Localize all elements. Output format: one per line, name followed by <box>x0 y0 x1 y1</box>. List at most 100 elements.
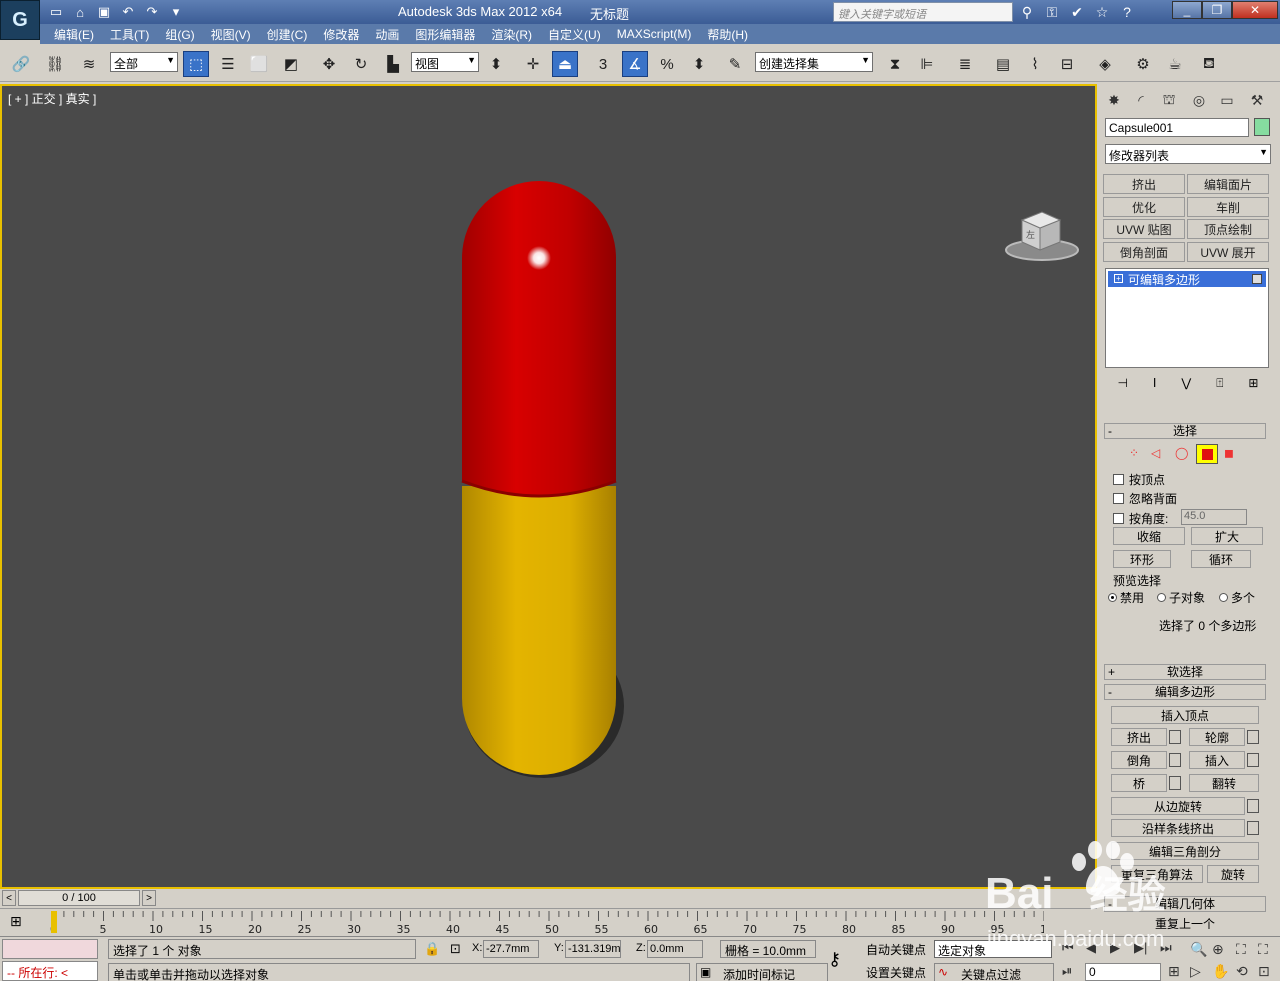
bridge-settings-icon[interactable] <box>1169 776 1181 790</box>
menu-graph-editors[interactable]: 图形编辑器 <box>407 26 483 43</box>
maxscript-listener[interactable] <box>2 939 98 959</box>
ignore-backface-checkbox[interactable]: 忽略背面 <box>1113 490 1177 507</box>
perspective-viewport[interactable]: [ + ] 正交 ] 真实 ] 左 <box>0 84 1099 947</box>
track-bar[interactable]: ⊞ 05101520253035404550556065707580859095… <box>0 908 1097 936</box>
make-unique-icon[interactable]: ⋁ <box>1181 376 1191 396</box>
qa-dropdown-icon[interactable]: ▾ <box>166 2 186 22</box>
capsule-object[interactable] <box>2 86 1099 891</box>
capsule-bottom-half[interactable] <box>462 486 616 775</box>
flip-button[interactable]: 翻转 <box>1189 774 1259 792</box>
current-frame-field[interactable]: 0 <box>1085 963 1161 981</box>
select-object-icon[interactable]: ⬚ <box>183 51 209 77</box>
previous-frame-icon[interactable]: ◀ <box>1086 940 1096 956</box>
mini-curve-editor-icon[interactable]: ⊞ <box>10 913 22 930</box>
curve-editor-icon[interactable]: ⌇ <box>1022 51 1048 77</box>
viewcube[interactable]: 左 <box>1004 206 1080 264</box>
x-coordinate-field[interactable]: -27.7mm <box>483 940 539 958</box>
open-file-icon[interactable]: ⌂ <box>70 2 90 22</box>
angle-spinner[interactable]: 45.0 <box>1181 509 1247 525</box>
scale-icon[interactable]: ▙ <box>380 51 406 77</box>
outline-button[interactable]: 轮廓 <box>1189 728 1245 746</box>
expand-icon[interactable]: + <box>1114 274 1123 283</box>
bridge-button[interactable]: 桥 <box>1111 774 1167 792</box>
maxscript-where-field[interactable]: -- 所在行: < <box>2 961 98 981</box>
menu-animation[interactable]: 动画 <box>367 26 407 43</box>
configure-modifier-sets-icon[interactable]: ⊞ <box>1248 376 1258 396</box>
motion-tab-icon[interactable]: ◎ <box>1187 88 1211 112</box>
zoom-extents-all-icon[interactable]: ⛶ <box>1258 941 1268 958</box>
rollout-soft-selection-header[interactable]: + 软选择 <box>1104 664 1266 680</box>
modifier-optimize-button[interactable]: 优化 <box>1103 197 1185 217</box>
rotate-icon[interactable]: ↻ <box>348 51 374 77</box>
border-mode-icon[interactable]: ◯ <box>1175 446 1188 460</box>
pan-view-icon[interactable]: ✋ <box>1212 963 1229 980</box>
menu-maxscript[interactable]: MAXScript(M) <box>609 27 700 41</box>
key-mode-toggle-icon[interactable]: ⏯ <box>1062 963 1072 979</box>
menu-tools[interactable]: 工具(T) <box>102 26 157 43</box>
reference-coordinate-dropdown[interactable]: 视图 ▼ <box>411 52 479 72</box>
menu-help[interactable]: 帮助(H) <box>699 26 756 43</box>
mirror-icon[interactable]: ⧗ <box>882 51 908 77</box>
modifier-bevel-profile-button[interactable]: 倒角剖面 <box>1103 242 1185 262</box>
snaps-toggle-icon[interactable]: 3 <box>590 51 616 77</box>
remove-modifier-icon[interactable]: ⍐ <box>1216 376 1223 396</box>
minimize-button[interactable]: _ <box>1172 1 1202 19</box>
insert-vertex-button[interactable]: 插入顶点 <box>1111 706 1259 724</box>
key-icon[interactable]: ⚿ <box>1041 2 1063 22</box>
spinner-snap-icon[interactable]: ⬍ <box>686 51 712 77</box>
absolute-mode-icon[interactable]: ⊡ <box>450 941 461 957</box>
menu-modifiers[interactable]: 修改器 <box>315 26 367 43</box>
show-end-result-icon[interactable]: Ⅰ <box>1153 376 1157 396</box>
hierarchy-tab-icon[interactable]: ⛫ <box>1157 88 1181 112</box>
align-icon[interactable]: ⊫ <box>914 51 940 77</box>
menu-views[interactable]: 视图(V) <box>203 26 259 43</box>
retriangulate-button[interactable]: 重复三角算法 <box>1111 865 1203 883</box>
hinge-from-edge-button[interactable]: 从边旋转 <box>1111 797 1245 815</box>
menu-customize[interactable]: 自定义(U) <box>540 26 609 43</box>
add-time-tag-button[interactable]: 添加时间标记 <box>696 963 828 981</box>
bevel-settings-icon[interactable] <box>1169 753 1181 767</box>
keyboard-shortcut-toggle-icon[interactable]: ⏏ <box>552 51 578 77</box>
inset-settings-icon[interactable] <box>1247 753 1259 767</box>
render-setup-icon[interactable]: ⚙ <box>1130 51 1156 77</box>
edit-triangulation-button[interactable]: 编辑三角剖分 <box>1111 842 1259 860</box>
unlink-icon[interactable]: ⛓ <box>42 51 68 77</box>
extrude-settings-icon[interactable] <box>1169 730 1181 744</box>
restore-button[interactable]: ❐ <box>1202 1 1232 19</box>
time-config-icon[interactable]: ⊞ <box>1168 963 1180 980</box>
layer-manager-icon[interactable]: ≣ <box>952 51 978 77</box>
stack-item-toggle[interactable] <box>1252 274 1262 284</box>
modifier-lathe-button[interactable]: 车削 <box>1187 197 1269 217</box>
angle-snap-icon[interactable]: ∡ <box>622 51 648 77</box>
modifier-vertex-paint-button[interactable]: 顶点绘制 <box>1187 219 1269 239</box>
app-logo-icon[interactable]: G <box>0 0 40 40</box>
extrude-button[interactable]: 挤出 <box>1111 728 1167 746</box>
hinge-settings-icon[interactable] <box>1247 799 1259 813</box>
create-tab-icon[interactable]: ✸ <box>1102 88 1126 112</box>
move-icon[interactable]: ✥ <box>316 51 342 77</box>
zoom-icon[interactable]: 🔍 <box>1190 941 1207 958</box>
percent-snap-icon[interactable]: % <box>654 51 680 77</box>
time-next-arrow-icon[interactable]: > <box>142 890 156 906</box>
bevel-button[interactable]: 倒角 <box>1111 751 1167 769</box>
rect-selection-icon[interactable]: ⬜ <box>246 51 272 77</box>
element-mode-icon[interactable]: ◼ <box>1224 446 1234 460</box>
preview-multi-radio[interactable]: 多个 <box>1219 589 1255 606</box>
display-tab-icon[interactable]: ▭ <box>1215 88 1239 112</box>
set-key-button[interactable]: 设置关键点 <box>866 964 926 981</box>
y-coordinate-field[interactable]: -131.319m <box>565 940 621 958</box>
window-crossing-icon[interactable]: ◩ <box>278 51 304 77</box>
stack-item-editable-poly[interactable]: + 可编辑多边形 <box>1108 271 1266 287</box>
selection-filter-dropdown[interactable]: 全部 ▼ <box>110 52 178 72</box>
selection-lock-icon[interactable]: 🔒 <box>424 941 440 957</box>
loop-button[interactable]: 循环 <box>1191 550 1251 568</box>
time-prev-arrow-icon[interactable]: < <box>2 890 16 906</box>
rollout-edit-polygons-header[interactable]: - 编辑多边形 <box>1104 684 1266 700</box>
edge-mode-icon[interactable]: ◁ <box>1151 446 1160 460</box>
menu-create[interactable]: 创建(C) <box>259 26 316 43</box>
render-production-icon[interactable]: ⛾ <box>1196 51 1222 77</box>
help-icon[interactable]: ? <box>1116 2 1138 22</box>
graphite-toggle-icon[interactable]: ▤ <box>990 51 1016 77</box>
modifier-uvw-map-button[interactable]: UVW 贴图 <box>1103 219 1185 239</box>
link-icon[interactable]: 🔗 <box>8 51 34 77</box>
